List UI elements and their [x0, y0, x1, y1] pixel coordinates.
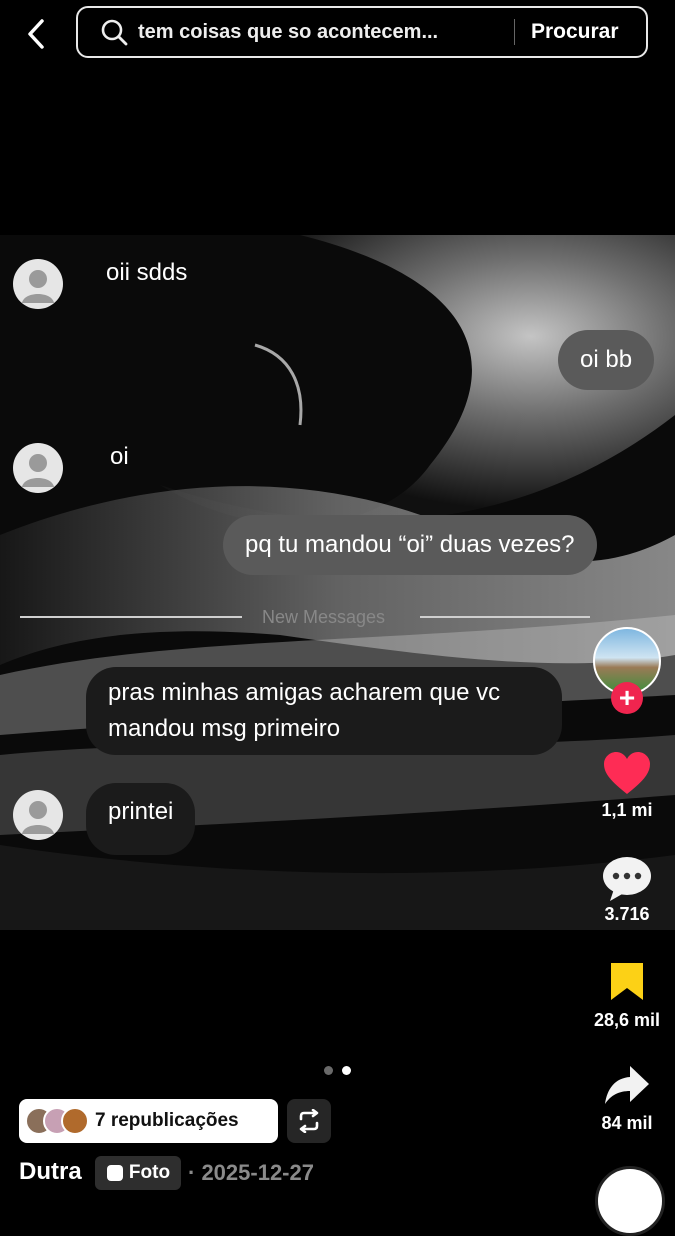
author-name[interactable]: Dutra — [19, 1158, 82, 1186]
back-button[interactable] — [18, 14, 54, 54]
contact-avatar — [13, 259, 63, 309]
message-incoming: oi — [110, 443, 129, 470]
republish-label: 7 republicações — [95, 1110, 239, 1131]
message-incoming: printei — [86, 783, 196, 855]
comment-button[interactable] — [600, 855, 654, 908]
search-icon — [94, 18, 134, 46]
new-messages-label: New Messages — [262, 607, 386, 627]
carousel-dot[interactable] — [324, 1066, 333, 1075]
message-incoming: oii sdds — [106, 259, 188, 286]
share-button[interactable] — [603, 1063, 651, 1112]
repost-icon — [299, 1109, 319, 1133]
save-count: 28,6 mil — [593, 1010, 661, 1030]
contact-avatar — [13, 443, 63, 493]
like-button[interactable] — [602, 750, 652, 801]
search-divider — [514, 19, 515, 45]
new-messages-divider-left — [20, 616, 242, 618]
search-button[interactable]: Procurar — [531, 20, 619, 44]
follow-button[interactable]: + — [611, 682, 643, 714]
music-disc-icon[interactable] — [595, 1166, 665, 1236]
like-count: 1,1 mi — [601, 800, 653, 820]
bookmark-icon — [611, 963, 643, 1000]
save-button[interactable] — [608, 960, 646, 1007]
new-messages-divider-right — [420, 616, 590, 618]
share-count: 84 mil — [601, 1113, 653, 1133]
share-arrow-icon — [605, 1066, 649, 1104]
photo-icon — [106, 1165, 123, 1181]
post-photo[interactable]: oii sdds oi bb oi pq tu mandou “oi” duas… — [0, 235, 675, 930]
contact-avatar — [13, 790, 63, 840]
message-incoming: pras minhas amigas acharem que vc mandou… — [86, 667, 562, 755]
republisher-avatars — [25, 1107, 89, 1135]
message-outgoing: pq tu mandou “oi” duas vezes? — [223, 515, 597, 575]
post-type-badge: Foto — [95, 1156, 181, 1190]
message-outgoing: oi bb — [558, 330, 655, 390]
heart-icon — [604, 752, 650, 794]
post-date: · 2025-12-27 — [188, 1160, 314, 1185]
search-query[interactable]: tem coisas que so acontecem... — [138, 21, 498, 44]
comment-count: 3.716 — [604, 904, 650, 924]
chevron-left-icon — [28, 19, 44, 49]
search-bar[interactable]: tem coisas que so acontecem... Procurar — [76, 6, 648, 58]
comment-icon — [603, 857, 651, 901]
post-type-label: Foto — [128, 1162, 171, 1183]
repost-button[interactable] — [287, 1099, 331, 1143]
carousel-dot-active[interactable] — [342, 1066, 351, 1075]
republish-badge[interactable]: 7 republicações — [19, 1099, 278, 1143]
